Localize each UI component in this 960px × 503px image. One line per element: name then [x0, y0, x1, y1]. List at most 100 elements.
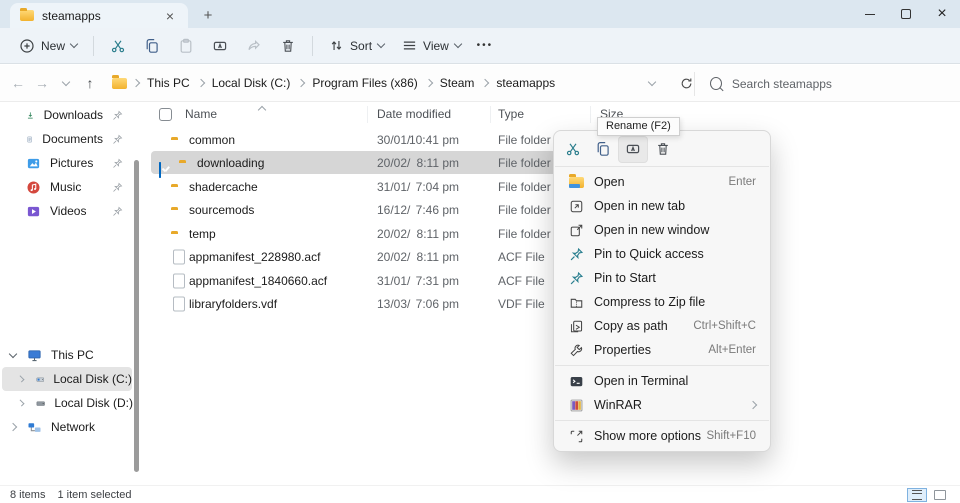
file-time: 8:11 pm: [395, 156, 459, 170]
file-time: 7:31 pm: [395, 274, 459, 288]
refresh-icon: [679, 76, 694, 91]
copy-icon: [144, 38, 160, 54]
paste-button[interactable]: [169, 32, 203, 60]
chevron-down-icon: [377, 40, 385, 48]
recent-locations-button[interactable]: [54, 71, 78, 95]
maximize-button[interactable]: [888, 0, 924, 28]
minimize-button[interactable]: [852, 0, 888, 28]
menu-item-label: Copy as path: [594, 319, 668, 333]
tab-close-icon[interactable]: [162, 8, 178, 24]
close-button[interactable]: [924, 0, 960, 28]
column-header-type[interactable]: Type: [498, 107, 524, 121]
sidebar-item-documents[interactable]: Documents: [0, 127, 133, 151]
large-icons-view-toggle[interactable]: [930, 488, 950, 502]
file-icon: [173, 296, 185, 311]
back-button[interactable]: [6, 71, 30, 95]
file-type: VDF File: [498, 297, 545, 311]
breadcrumb-local-disk-c[interactable]: Local Disk (C:): [207, 73, 296, 93]
sidebar-item-this-pc[interactable]: This PC: [0, 343, 133, 367]
sidebar-item-videos[interactable]: Videos: [0, 199, 133, 223]
breadcrumb-program-files-x86[interactable]: Program Files (x86): [307, 73, 422, 93]
menu-shortcut: Shift+F10: [706, 430, 756, 442]
rename-quick-action[interactable]: [618, 136, 648, 163]
new-button[interactable]: New: [10, 33, 86, 59]
new-tab-button[interactable]: [198, 5, 218, 25]
column-divider[interactable]: [590, 106, 591, 123]
details-view-toggle[interactable]: [907, 488, 927, 502]
menu-shortcut: Enter: [729, 176, 757, 188]
share-button[interactable]: [237, 32, 271, 60]
address-dropdown-button[interactable]: [640, 72, 664, 96]
sidebar-item-network[interactable]: Network: [0, 415, 133, 439]
breadcrumb-steam[interactable]: Steam: [435, 73, 480, 93]
breadcrumb: This PC Local Disk (C:) Program Files (x…: [112, 73, 560, 93]
sort-icon: [329, 38, 344, 53]
toolbar-divider: [312, 36, 313, 56]
column-header-date-modified[interactable]: Date modified: [377, 107, 451, 121]
file-type: File folder: [498, 203, 551, 217]
menu-item-label: WinRAR: [594, 398, 642, 412]
column-divider[interactable]: [367, 106, 368, 123]
column-header-name[interactable]: Name: [185, 107, 217, 121]
sidebar-item-local-disk-c[interactable]: Local Disk (C:): [2, 367, 132, 391]
view-button[interactable]: View: [393, 33, 470, 58]
search-box[interactable]: [702, 70, 952, 97]
menu-item-label: Properties: [594, 343, 651, 357]
restore-icon: [901, 9, 911, 19]
file-name: shadercache: [189, 180, 258, 194]
menu-item-label: Show more options: [594, 429, 701, 443]
sidebar-item-downloads[interactable]: Downloads: [0, 103, 133, 127]
column-divider[interactable]: [490, 106, 491, 123]
search-input[interactable]: [730, 76, 944, 92]
menu-item-copy-as-path[interactable]: Copy as path Ctrl+Shift+C: [559, 314, 765, 338]
sidebar-item-label: Videos: [50, 204, 86, 218]
drive-d-icon: [36, 396, 45, 411]
select-all-checkbox[interactable]: [159, 108, 172, 121]
sidebar-item-music[interactable]: Music: [0, 175, 133, 199]
menu-item-open-in-new-tab[interactable]: Open in new tab: [559, 194, 765, 218]
tab-steamapps[interactable]: steamapps: [10, 3, 188, 28]
breadcrumb-this-pc[interactable]: This PC: [142, 73, 195, 93]
see-more-button[interactable]: [470, 32, 500, 60]
pin-icon: [112, 134, 133, 145]
sidebar-item-label: Local Disk (D:): [54, 396, 133, 410]
forward-button[interactable]: [30, 71, 54, 95]
delete-quick-action[interactable]: [648, 136, 678, 163]
trash-icon: [655, 141, 671, 157]
up-button[interactable]: [78, 71, 102, 95]
open-new-window-icon: [569, 223, 584, 238]
file-time: 7:06 pm: [395, 297, 459, 311]
chevron-down-icon: [648, 78, 656, 86]
chevron-right-icon: [297, 79, 305, 87]
menu-item-open-in-new-window[interactable]: Open in new window: [559, 218, 765, 242]
cut-quick-action[interactable]: [558, 136, 588, 163]
rename-button[interactable]: [203, 32, 237, 60]
menu-item-compress-to-zip[interactable]: Compress to Zip file: [559, 290, 765, 314]
scissors-icon: [565, 141, 581, 157]
menu-item-show-more-options[interactable]: Show more options Shift+F10: [559, 424, 765, 448]
menu-item-winrar[interactable]: WinRAR: [559, 393, 765, 417]
sort-button[interactable]: Sort: [320, 33, 393, 58]
sidebar-scrollbar-thumb[interactable]: [134, 160, 139, 472]
pin-icon: [112, 158, 133, 169]
file-type: File folder: [498, 180, 551, 194]
menu-item-pin-to-quick-access[interactable]: Pin to Quick access: [559, 242, 765, 266]
sidebar-item-local-disk-d[interactable]: Local Disk (D:): [0, 391, 133, 415]
sidebar-item-label: Downloads: [44, 108, 103, 122]
delete-button[interactable]: [271, 32, 305, 60]
drive-c-icon: [36, 372, 45, 387]
menu-item-open[interactable]: Open Enter: [559, 170, 765, 194]
menu-item-pin-to-start[interactable]: Pin to Start: [559, 266, 765, 290]
breadcrumb-steamapps[interactable]: steamapps: [491, 73, 560, 93]
sidebar-item-pictures[interactable]: Pictures: [0, 151, 133, 175]
copy-button[interactable]: [135, 32, 169, 60]
pin-icon: [112, 206, 133, 217]
pin-icon: [569, 247, 584, 262]
copy-quick-action[interactable]: [588, 136, 618, 163]
cut-button[interactable]: [101, 32, 135, 60]
file-type: File folder: [498, 156, 551, 170]
file-name: common: [189, 133, 235, 147]
menu-item-properties[interactable]: Properties Alt+Enter: [559, 338, 765, 362]
sort-button-label: Sort: [350, 39, 372, 53]
menu-item-open-in-terminal[interactable]: Open in Terminal: [559, 369, 765, 393]
